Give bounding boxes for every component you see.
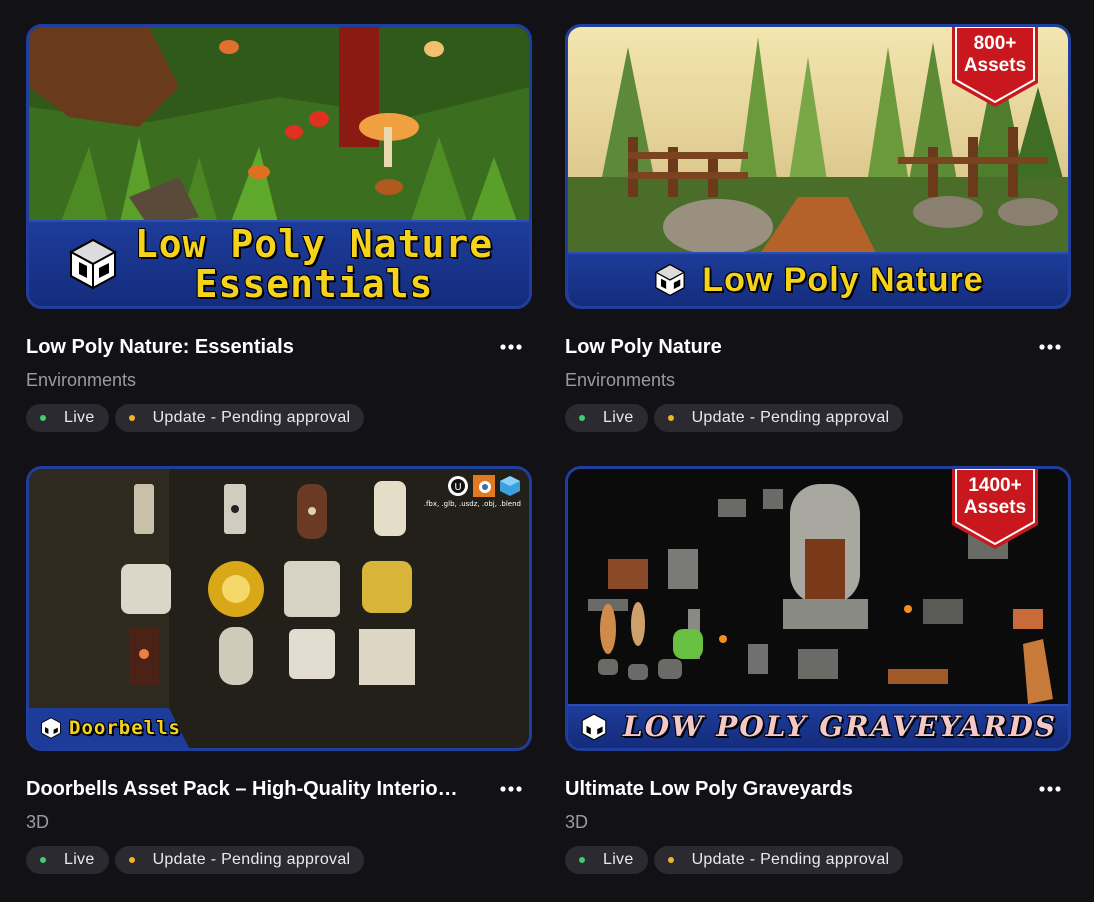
status-badge-pending: Update - Pending approval bbox=[114, 404, 365, 432]
asset-card[interactable]: U .fbx, .glb, .usdz, .obj, .blend Doorbe… bbox=[26, 466, 532, 874]
live-dot-icon bbox=[40, 857, 46, 863]
pending-dot-icon bbox=[128, 857, 135, 863]
card-category: Environments bbox=[565, 370, 676, 390]
ribbon-text: 1400+ Assets bbox=[963, 475, 1027, 518]
svg-text:U: U bbox=[454, 482, 461, 493]
asset-card[interactable]: 1400+ Assets LOW POLY GRAVEYARDS Ultimat… bbox=[565, 466, 1071, 874]
live-dot-icon bbox=[579, 415, 585, 421]
status-badge-live: Live bbox=[565, 846, 648, 874]
live-dot-icon bbox=[40, 415, 46, 421]
thumbnail-scene bbox=[29, 469, 529, 748]
banner-title-line2: Essentials bbox=[194, 262, 434, 306]
thumbnail-banner: Low Poly Nature Essentials bbox=[29, 220, 529, 306]
more-horizontal-icon bbox=[500, 786, 522, 792]
brand-cube-logo-icon bbox=[581, 713, 607, 741]
status-badges: Live Update - Pending approval bbox=[565, 846, 1071, 874]
more-horizontal-icon bbox=[500, 344, 522, 350]
card-title-row: Low Poly Nature: Essentials bbox=[26, 332, 532, 362]
pending-dot-icon bbox=[128, 415, 135, 421]
thumbnail-banner: Doorbells bbox=[29, 708, 189, 748]
blender-icon bbox=[473, 475, 495, 497]
asset-thumbnail[interactable]: Low Poly Nature Essentials bbox=[26, 24, 532, 309]
card-title-row: Low Poly Nature bbox=[565, 332, 1071, 362]
status-badge-live: Live bbox=[26, 846, 109, 874]
status-badges: Live Update - Pending approval bbox=[565, 404, 1071, 432]
status-badges: Live Update - Pending approval bbox=[26, 846, 532, 874]
card-title[interactable]: Doorbells Asset Pack – High-Quality Inte… bbox=[26, 778, 462, 801]
asset-thumbnail[interactable]: 800+ Assets Low Poly Nature bbox=[565, 24, 1071, 309]
more-horizontal-icon bbox=[1039, 344, 1061, 350]
card-title-row: Doorbells Asset Pack – High-Quality Inte… bbox=[26, 774, 532, 804]
banner-title-line1: Low Poly Nature bbox=[134, 222, 494, 266]
asset-thumbnail[interactable]: 1400+ Assets LOW POLY GRAVEYARDS bbox=[565, 466, 1071, 751]
more-options-button[interactable] bbox=[1035, 776, 1065, 802]
card-title[interactable]: Low Poly Nature bbox=[565, 336, 722, 359]
asset-thumbnail[interactable]: U .fbx, .glb, .usdz, .obj, .blend Doorbe… bbox=[26, 466, 532, 751]
live-dot-icon bbox=[579, 857, 585, 863]
status-badges: Live Update - Pending approval bbox=[26, 404, 532, 432]
asset-card[interactable]: 800+ Assets Low Poly Nature Low Poly Nat… bbox=[565, 24, 1071, 432]
format-icons: U .fbx, .glb, .usdz, .obj, .blend bbox=[424, 475, 521, 508]
pending-dot-icon bbox=[667, 415, 674, 421]
status-badge-live: Live bbox=[26, 404, 109, 432]
status-badge-pending: Update - Pending approval bbox=[653, 404, 904, 432]
brand-cube-logo-icon bbox=[41, 717, 61, 739]
thumbnail-banner: Low Poly Nature bbox=[568, 252, 1068, 306]
card-title[interactable]: Low Poly Nature: Essentials bbox=[26, 336, 294, 359]
status-badge-live: Live bbox=[565, 404, 648, 432]
card-category: 3D bbox=[565, 812, 589, 832]
more-horizontal-icon bbox=[1039, 786, 1061, 792]
status-badge-pending: Update - Pending approval bbox=[114, 846, 365, 874]
card-title-row: Ultimate Low Poly Graveyards bbox=[565, 774, 1071, 804]
ribbon-text: 800+ Assets bbox=[963, 33, 1027, 76]
asset-grid: Low Poly Nature Essentials Low Poly Natu… bbox=[0, 0, 1094, 902]
banner-title: LOW POLY GRAVEYARDS bbox=[623, 710, 1057, 743]
more-options-button[interactable] bbox=[496, 776, 526, 802]
unreal-engine-icon: U bbox=[448, 476, 468, 496]
cube-format-icon bbox=[500, 476, 520, 496]
banner-title: Low Poly Nature bbox=[702, 261, 984, 299]
asset-card[interactable]: Low Poly Nature Essentials Low Poly Natu… bbox=[26, 24, 532, 432]
brand-cube-logo-icon bbox=[68, 238, 117, 290]
format-list: .fbx, .glb, .usdz, .obj, .blend bbox=[423, 500, 521, 508]
more-options-button[interactable] bbox=[1035, 334, 1065, 360]
card-category: 3D bbox=[26, 812, 50, 832]
banner-title: Doorbells bbox=[69, 716, 181, 739]
card-title[interactable]: Ultimate Low Poly Graveyards bbox=[565, 778, 853, 801]
pending-dot-icon bbox=[667, 857, 674, 863]
more-options-button[interactable] bbox=[496, 334, 526, 360]
card-category: Environments bbox=[26, 370, 137, 390]
status-badge-pending: Update - Pending approval bbox=[653, 846, 904, 874]
brand-cube-logo-icon bbox=[654, 263, 686, 297]
thumbnail-banner: LOW POLY GRAVEYARDS bbox=[568, 704, 1068, 748]
